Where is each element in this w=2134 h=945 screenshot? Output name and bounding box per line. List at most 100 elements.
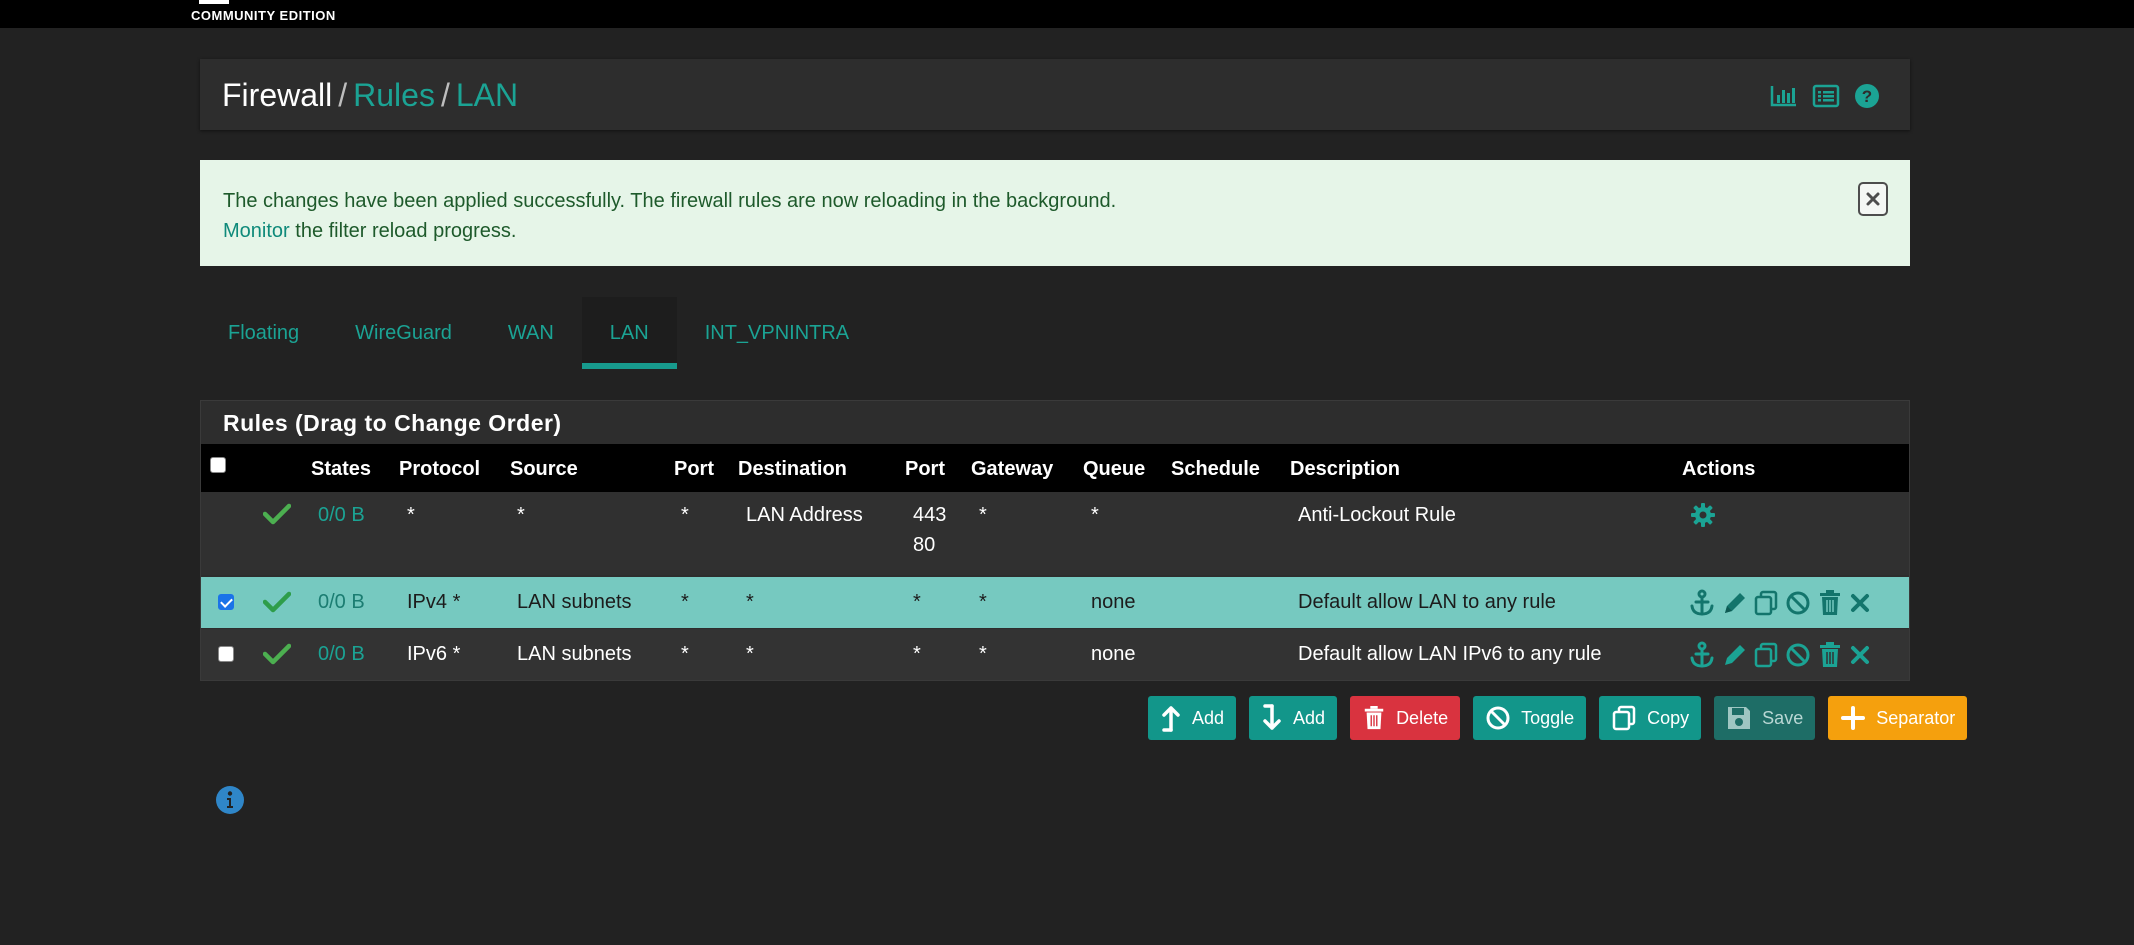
add-top-button[interactable]: Add	[1148, 696, 1237, 740]
save-label: Save	[1762, 707, 1804, 728]
top-navbar: COMMUNITY EDITION	[0, 0, 2134, 28]
column-header-destination[interactable]: Destination	[738, 458, 847, 481]
copy-button[interactable]: Copy	[1599, 696, 1702, 740]
row-checkbox[interactable]	[218, 646, 234, 662]
states-link[interactable]: 0/0 B	[318, 591, 365, 614]
pass-check-icon	[262, 503, 292, 530]
column-header-gateway[interactable]: Gateway	[971, 458, 1053, 481]
delete-button[interactable]: Delete	[1350, 696, 1461, 740]
disable-icon[interactable]	[1785, 589, 1811, 617]
row-actions	[1689, 501, 1717, 529]
source-port-cell: *	[681, 504, 689, 526]
breadcrumb-rules[interactable]: Rules	[353, 77, 435, 113]
protocol-cell: IPv6 *	[407, 643, 461, 665]
dest-port-cell: *	[913, 643, 921, 665]
trash-icon[interactable]	[1817, 589, 1843, 617]
table-header: States Protocol Source Port Destination …	[201, 444, 1909, 492]
table-row[interactable]: 0/0 B IPv6 * LAN subnets * * * * none De…	[201, 629, 1909, 680]
table-row[interactable]: 0/0 B * * * LAN Address 443 80 * * Anti-…	[201, 492, 1909, 575]
header-icons: ?	[1770, 83, 1880, 109]
column-header-protocol[interactable]: Protocol	[399, 458, 480, 481]
interface-tabs: Floating WireGuard WAN LAN INT_VPNINTRA	[200, 297, 877, 369]
source-cell: LAN subnets	[517, 643, 632, 665]
svg-text:?: ?	[1862, 87, 1872, 106]
trash-icon[interactable]	[1817, 641, 1843, 669]
disable-icon[interactable]	[1785, 641, 1811, 669]
queue-cell: none	[1091, 591, 1136, 613]
save-button[interactable]: Save	[1714, 696, 1816, 740]
alert-line-2: Monitor the filter reload progress.	[223, 216, 1116, 246]
destination-cell: *	[746, 643, 754, 665]
gear-icon[interactable]	[1689, 501, 1717, 529]
anchor-icon[interactable]	[1689, 589, 1715, 617]
times-icon[interactable]	[1849, 641, 1871, 669]
copy-icon[interactable]	[1753, 589, 1779, 617]
plus-icon	[1841, 706, 1866, 730]
breadcrumb-firewall: Firewall	[222, 77, 333, 113]
select-all-checkbox[interactable]	[210, 457, 226, 473]
add-bottom-label: Add	[1293, 707, 1326, 728]
monitor-link[interactable]: Monitor	[223, 220, 290, 242]
tab-wan[interactable]: WAN	[480, 297, 582, 369]
trash-icon	[1364, 706, 1384, 730]
copy-icon	[1612, 705, 1636, 731]
alert-close-button[interactable]	[1858, 182, 1888, 216]
success-alert: The changes have been applied successful…	[200, 160, 1910, 266]
states-link[interactable]: 0/0 B	[318, 643, 365, 666]
column-header-schedule[interactable]: Schedule	[1171, 458, 1260, 481]
column-header-source[interactable]: Source	[510, 458, 578, 481]
copy-icon[interactable]	[1753, 641, 1779, 669]
states-link[interactable]: 0/0 B	[318, 504, 365, 527]
tab-wireguard[interactable]: WireGuard	[327, 297, 480, 369]
rules-panel: Rules (Drag to Change Order) States Prot…	[200, 400, 1910, 681]
add-bottom-button[interactable]: Add	[1249, 696, 1338, 740]
column-header-dest-port[interactable]: Port	[905, 458, 945, 481]
rules-panel-title: Rules (Drag to Change Order)	[223, 410, 562, 436]
source-port-cell: *	[681, 591, 689, 613]
row-checkbox[interactable]	[218, 594, 234, 610]
gateway-cell: *	[979, 591, 987, 613]
info-icon[interactable]	[215, 785, 245, 820]
gateway-cell: *	[979, 504, 987, 526]
pass-check-icon	[262, 643, 292, 670]
breadcrumb-separator: /	[440, 77, 450, 113]
source-cell: LAN subnets	[517, 591, 632, 613]
column-header-queue[interactable]: Queue	[1083, 458, 1145, 481]
toggle-button[interactable]: Toggle	[1473, 696, 1587, 740]
pencil-icon[interactable]	[1721, 641, 1747, 669]
column-header-actions: Actions	[1682, 458, 1756, 480]
pencil-icon[interactable]	[1721, 589, 1747, 617]
source-port-cell: *	[681, 643, 689, 665]
breadcrumb: Firewall / Rules / LAN	[222, 77, 518, 114]
column-header-port[interactable]: Port	[674, 458, 714, 481]
tab-lan[interactable]: LAN	[581, 297, 677, 369]
tab-floating[interactable]: Floating	[200, 297, 327, 369]
help-icon[interactable]: ?	[1854, 83, 1880, 109]
column-header-description[interactable]: Description	[1290, 458, 1400, 481]
row-actions	[1689, 589, 1871, 617]
anchor-icon[interactable]	[1689, 641, 1715, 669]
arrow-down-icon	[1263, 704, 1281, 730]
pass-check-icon	[262, 591, 292, 618]
table-row[interactable]: 0/0 B IPv4 * LAN subnets * * * * none De…	[201, 577, 1909, 628]
alert-line-2-text: the filter reload progress.	[289, 220, 517, 242]
page-header: Firewall / Rules / LAN ?	[200, 59, 1910, 130]
separator-label: Separator	[1876, 707, 1956, 728]
breadcrumb-lan[interactable]: LAN	[456, 77, 518, 113]
brand-edition-label: COMMUNITY EDITION	[191, 8, 336, 23]
destination-cell: LAN Address	[746, 504, 863, 526]
separator-button[interactable]: Separator	[1828, 696, 1968, 740]
bar-chart-icon[interactable]	[1770, 84, 1798, 108]
tab-int-vpnintra[interactable]: INT_VPNINTRA	[677, 297, 877, 369]
close-icon	[1866, 192, 1880, 206]
times-icon[interactable]	[1849, 589, 1871, 617]
rules-button-bar: Add Add Delete Toggle Copy Save Separato…	[1148, 696, 1968, 740]
disable-icon	[1486, 706, 1510, 730]
copy-label: Copy	[1647, 707, 1690, 728]
alert-line-1: The changes have been applied successful…	[223, 190, 1117, 212]
list-icon[interactable]	[1812, 84, 1840, 108]
dest-port-cell: 443	[913, 504, 947, 526]
delete-label: Delete	[1396, 707, 1449, 728]
column-header-states[interactable]: States	[311, 458, 371, 481]
dest-port-cell: *	[913, 591, 921, 613]
